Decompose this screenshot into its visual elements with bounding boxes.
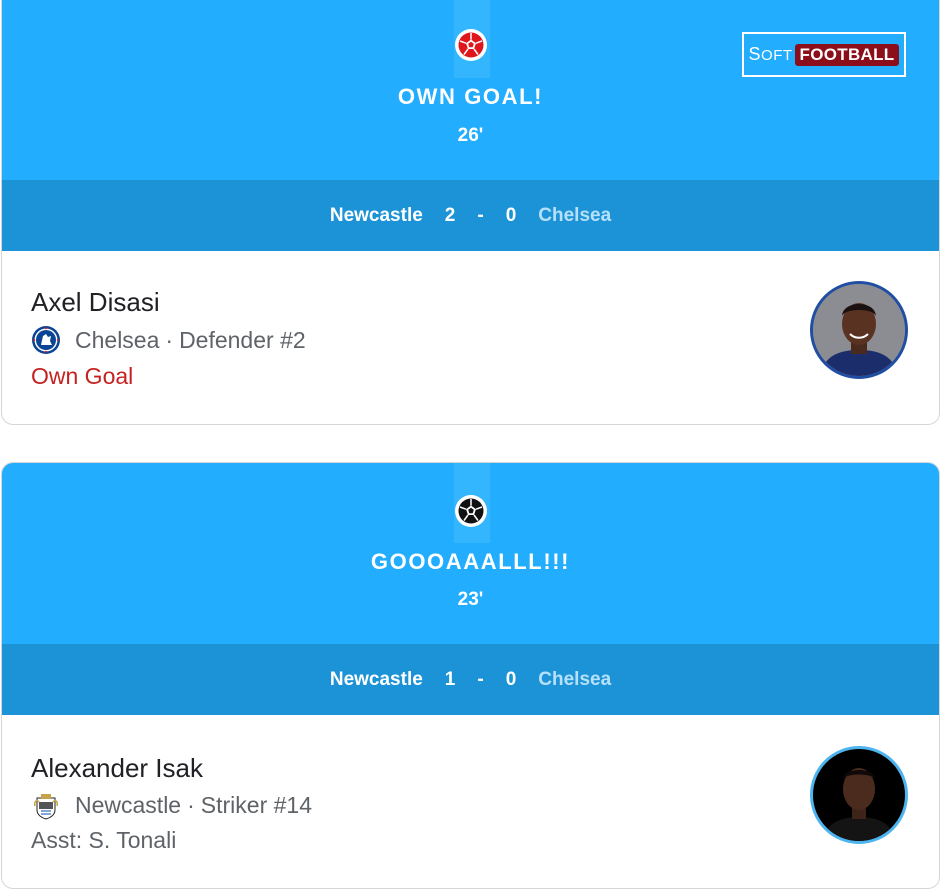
logo-football-text: FOOTBALL [794, 43, 900, 66]
event-header: GOOOAAALLL!!! 23' [2, 463, 939, 644]
softfootball-logo[interactable]: SOFT FOOTBALL [742, 32, 906, 77]
home-team: Newcastle [329, 668, 423, 690]
player-meta: Newcastle · Striker #14 [31, 790, 312, 820]
soccer-ball-black-icon [455, 495, 487, 527]
goal-detail: Own Goal [31, 363, 134, 389]
scoreline: Newcastle 1 - 0 Chelsea [2, 644, 939, 715]
meta-separator: · [165, 326, 174, 353]
player-club: Newcastle [75, 791, 182, 818]
away-score: 0 [505, 204, 517, 226]
goal-event-card[interactable]: GOOOAAALLL!!! 23' Newcastle 1 - 0 Chelse… [1, 462, 940, 889]
player-avatar[interactable] [810, 281, 908, 379]
home-score: 2 [444, 204, 456, 226]
event-title: GOOOAAALLL!!! [370, 549, 571, 574]
player-club: Chelsea [75, 326, 160, 353]
logo-soft-text: SOFT [748, 44, 793, 64]
away-team: Chelsea [538, 668, 612, 690]
player-role: Striker #14 [200, 791, 312, 818]
score-separator: - [477, 668, 484, 690]
player-role: Defender #2 [179, 326, 306, 353]
away-team: Chelsea [538, 204, 612, 226]
player-name[interactable]: Axel Disasi [31, 287, 160, 318]
player-photo [813, 749, 905, 841]
home-score: 1 [444, 668, 456, 690]
event-minute: 26' [457, 125, 484, 146]
player-avatar[interactable] [810, 746, 908, 844]
player-name[interactable]: Alexander Isak [31, 753, 203, 784]
newcastle-crest-icon [34, 794, 58, 820]
player-photo [813, 284, 905, 376]
soccer-ball-red-icon [455, 29, 487, 61]
event-title: OWN GOAL! [397, 84, 544, 109]
goal-event-card[interactable]: OWN GOAL! 26' SOFT FOOTBALL Newcastle 2 … [1, 0, 940, 425]
player-meta: Chelsea · Defender #2 [31, 325, 306, 355]
scoreline: Newcastle 2 - 0 Chelsea [2, 180, 939, 251]
chelsea-crest-icon [32, 326, 60, 354]
score-separator: - [477, 204, 484, 226]
event-minute: 23' [457, 589, 484, 610]
away-score: 0 [505, 668, 517, 690]
assist-detail: Asst: S. Tonali [31, 827, 177, 853]
event-header: OWN GOAL! 26' SOFT FOOTBALL [2, 0, 939, 180]
home-team: Newcastle [329, 204, 423, 226]
meta-separator: · [187, 791, 195, 818]
